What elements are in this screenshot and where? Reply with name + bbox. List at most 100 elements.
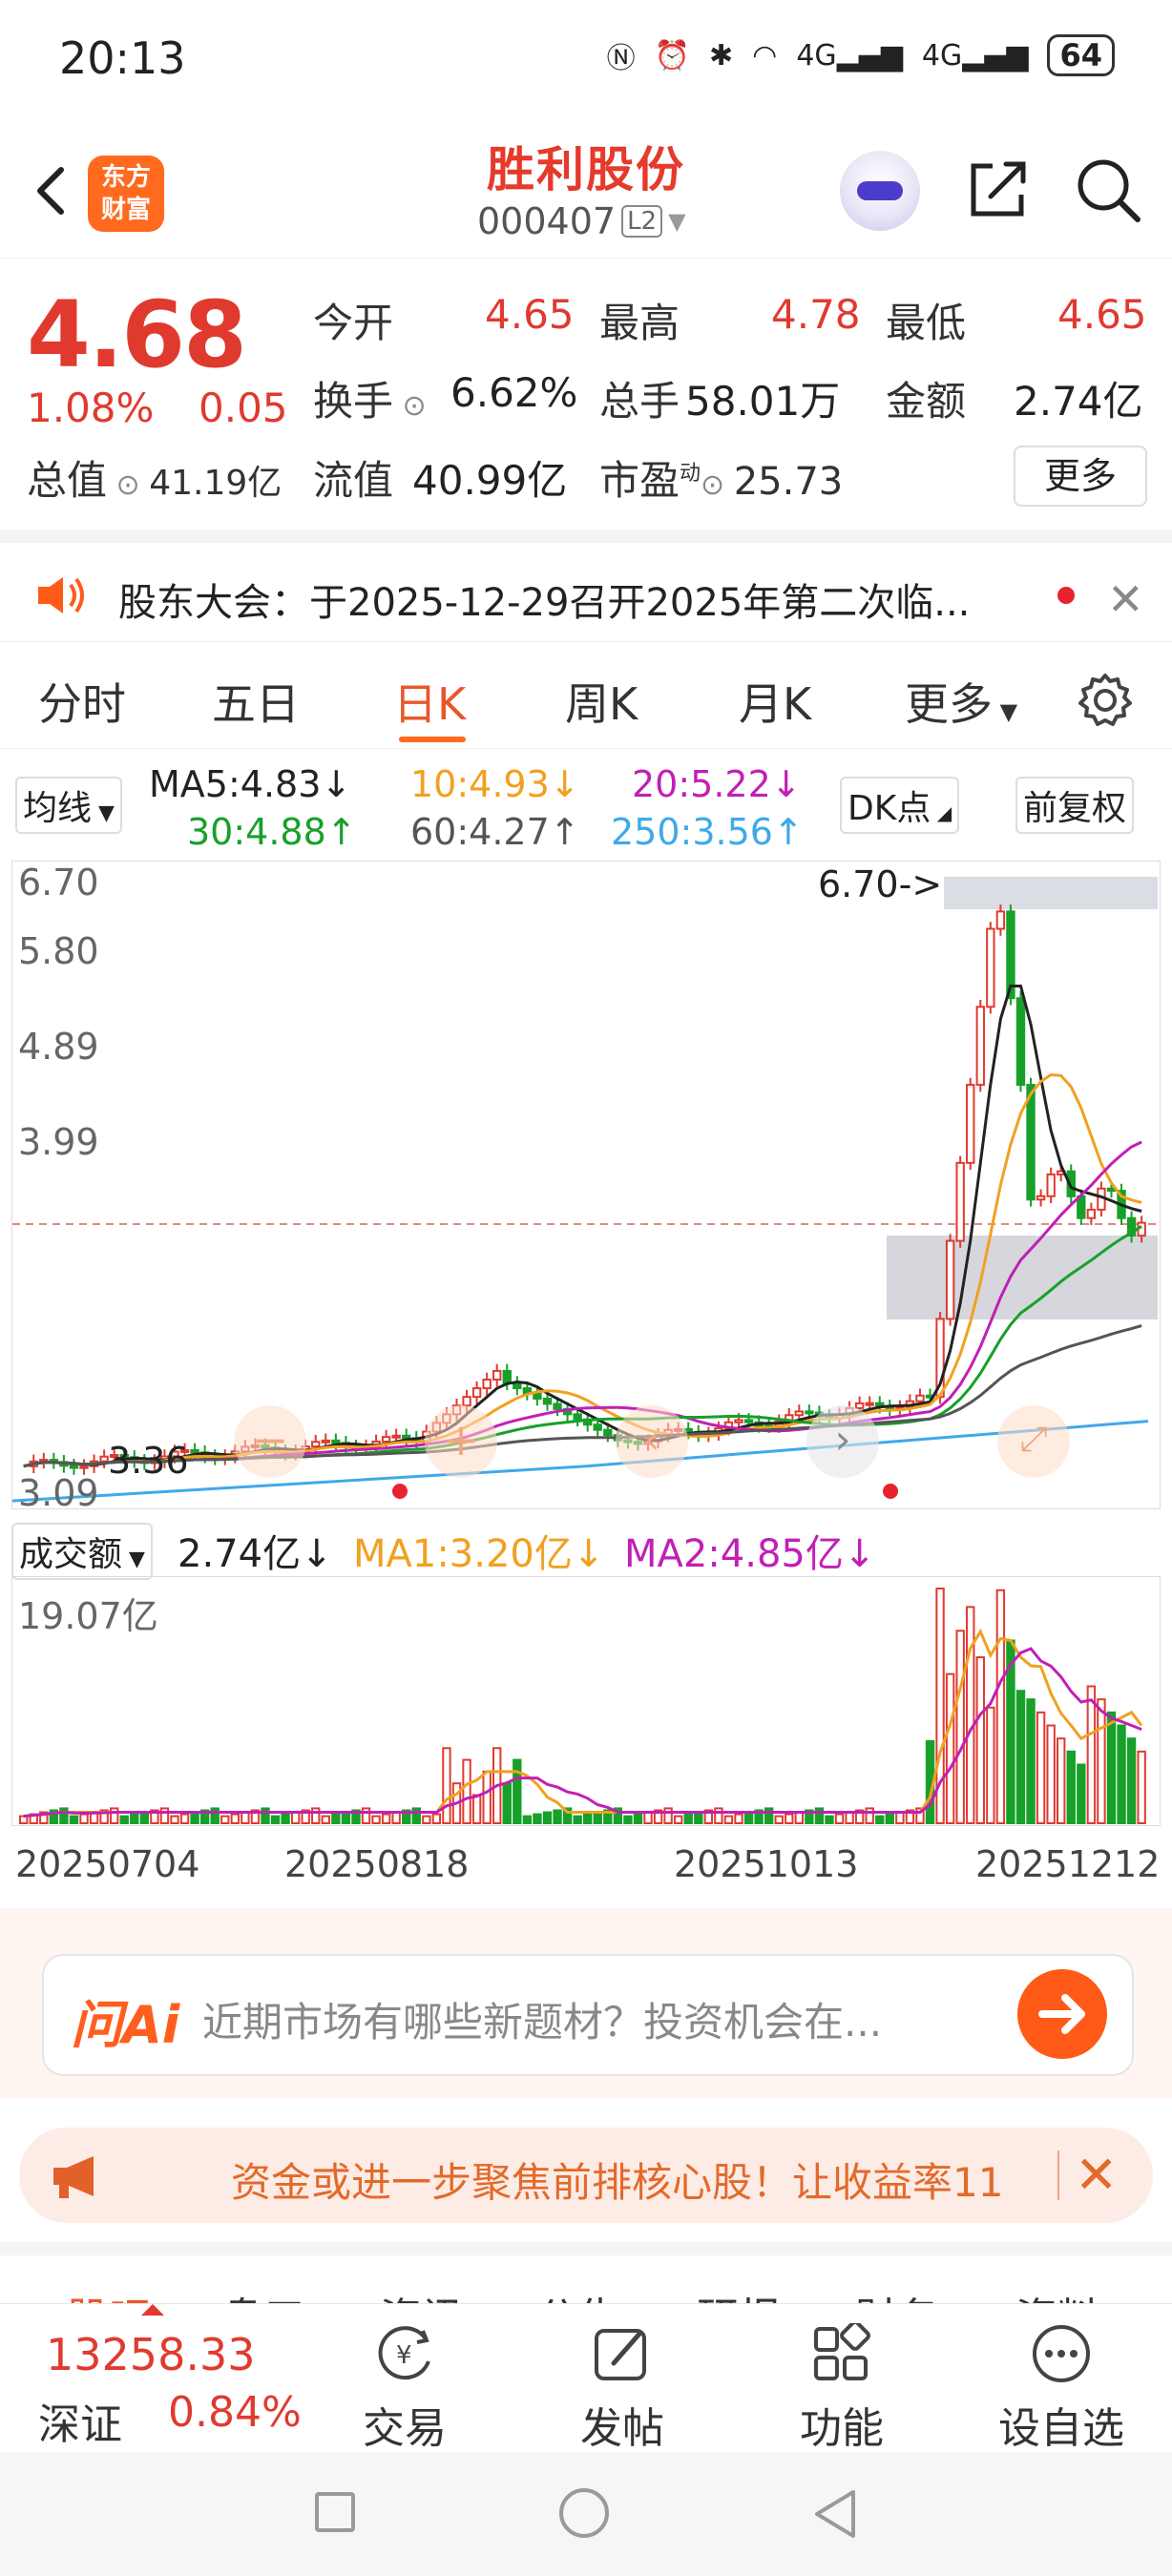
dk-point-selector[interactable]: DK点 ◢ <box>840 777 960 834</box>
volume-bar <box>945 1672 955 1824</box>
notice-text[interactable]: 股东大会：于2025-12-29召开2025年第二次临... <box>118 571 970 627</box>
gear-icon[interactable] <box>1077 672 1134 733</box>
search-icon[interactable] <box>1075 156 1143 229</box>
open-label: 今开 <box>313 300 394 346</box>
unread-dot <box>1057 587 1075 604</box>
ai-assistant-avatar[interactable] <box>840 151 920 231</box>
zoom-in-button[interactable]: + <box>425 1405 497 1478</box>
close-icon[interactable]: ✕ <box>1075 2145 1118 2205</box>
low-label: 最低 <box>886 300 967 346</box>
promo-text[interactable]: 资金或进一步聚焦前排核心股！让收益率11 <box>231 2150 1052 2209</box>
candle <box>1106 1187 1117 1193</box>
tab-intraday[interactable]: 分时 <box>38 670 126 733</box>
volume-bar <box>159 1807 170 1824</box>
tab-monthly-k[interactable]: 月K <box>739 670 811 733</box>
pan-left-button[interactable]: ‹ <box>616 1405 688 1478</box>
tab-daily-k[interactable]: 日K <box>393 670 466 733</box>
zoom-out-button[interactable]: − <box>234 1405 306 1478</box>
volume-bar <box>573 1815 582 1824</box>
ma20-value: 20:5.22↓ <box>632 763 802 805</box>
volume-bar <box>69 1815 79 1824</box>
volume-bar <box>714 1807 723 1824</box>
level2-badge: L2 <box>621 205 663 238</box>
min-price-marker: 3.36 <box>108 1440 189 1482</box>
info-icon: ⊙ <box>107 468 150 502</box>
notice-bar[interactable]: 股东大会：于2025-12-29召开2025年第二次临... ✕ <box>0 530 1172 642</box>
volume-bar <box>865 1807 874 1824</box>
volume-indicator-selector[interactable]: 成交额 ▼ <box>11 1523 153 1580</box>
volume-bar <box>170 1815 179 1824</box>
x-axis-date: 20250704 <box>15 1843 200 1885</box>
recent-apps-icon[interactable] <box>315 2492 355 2532</box>
volume-bar <box>109 1807 119 1824</box>
open-value: 4.65 <box>485 291 575 338</box>
adjustment-selector[interactable]: 前复权 <box>1015 777 1135 834</box>
volume-chart[interactable]: 19.07亿 <box>11 1576 1161 1826</box>
ma30-value: 30:4.88↑ <box>187 811 357 853</box>
volume-bar <box>533 1813 542 1825</box>
event-dot[interactable] <box>392 1484 408 1499</box>
tab-weekly-k[interactable]: 周K <box>565 670 638 733</box>
candle <box>955 1161 965 1242</box>
index-value[interactable]: 13258.33 <box>46 2329 256 2380</box>
event-dot[interactable] <box>883 1484 898 1499</box>
system-nav-bar <box>0 2452 1172 2576</box>
volume-bar <box>139 1811 150 1825</box>
megaphone-icon <box>50 2152 107 2204</box>
kline-chart[interactable]: 6.70 5.80 4.89 3.99 3.09 6.70-> 3.36 − +… <box>11 861 1161 1514</box>
volume-bar <box>845 1811 854 1825</box>
candle <box>986 927 995 1008</box>
candle <box>1026 1084 1036 1201</box>
nav-post[interactable]: 发帖 <box>555 2323 689 2455</box>
volume-bar <box>522 1815 533 1824</box>
nav-functions[interactable]: 功能 <box>775 2320 909 2455</box>
signal-icon-1: 4G▂▄▆ <box>796 38 903 73</box>
ask-ai-input[interactable]: 问Ai 近期市场有哪些新题材？投资机会在... <box>42 1954 1134 2076</box>
volume-bar <box>955 1630 965 1824</box>
indicator-selector[interactable]: 均线 ▼ <box>15 777 122 834</box>
fullscreen-button[interactable]: ⤢ <box>997 1405 1070 1478</box>
high-label: 最高 <box>599 300 680 346</box>
volume-bar <box>431 1813 442 1825</box>
volume-bar <box>1057 1737 1066 1825</box>
share-icon[interactable] <box>964 156 1031 227</box>
turnover-label: 换手 ⊙ <box>313 378 427 425</box>
nav-trade[interactable]: ¥ 交易 <box>338 2323 471 2455</box>
candle <box>311 1441 321 1448</box>
period-tabs: 分时 五日 日K 周K 月K 更多 ▼ <box>0 649 1172 749</box>
trade-icon: ¥ <box>378 2326 430 2380</box>
candle <box>593 1423 602 1431</box>
candle <box>1036 1195 1046 1201</box>
tab-more[interactable]: 更多 ▼ <box>905 670 1017 733</box>
volume-y-label: 19.07亿 <box>18 1595 158 1637</box>
change-percent: 1.08% <box>27 384 155 431</box>
stock-code-selector[interactable]: 000407 L2 ▼ <box>477 200 686 242</box>
support-zone <box>887 1236 1158 1319</box>
volume-bar <box>774 1815 784 1824</box>
send-arrow-button[interactable] <box>1017 1969 1107 2059</box>
candle <box>794 1410 805 1417</box>
volume-bar <box>281 1813 290 1825</box>
nav-add-watchlist[interactable]: 设自选 <box>994 2323 1128 2455</box>
candle <box>482 1378 492 1390</box>
home-icon[interactable] <box>559 2488 609 2538</box>
promo-banner[interactable]: 资金或进一步聚焦前排核心股！让收益率11 ✕ <box>19 2128 1153 2223</box>
volume-bar <box>875 1815 885 1824</box>
candle <box>462 1396 471 1407</box>
volume-bar <box>834 1813 845 1825</box>
divider <box>1057 2150 1059 2200</box>
candle <box>975 1006 985 1087</box>
volume-bar <box>663 1807 673 1824</box>
pan-right-button[interactable]: › <box>806 1405 879 1478</box>
volume-bar <box>311 1807 321 1824</box>
close-icon[interactable]: ✕ <box>1107 573 1144 625</box>
back-nav-icon[interactable] <box>811 2488 859 2544</box>
volume-bar <box>230 1813 241 1825</box>
volume-bar <box>130 1813 139 1825</box>
more-quote-button[interactable]: 更多 <box>1014 446 1147 507</box>
tab-five-day[interactable]: 五日 <box>212 670 300 733</box>
status-time: 20:13 <box>59 32 186 84</box>
volume-bar <box>391 1811 401 1825</box>
volume-bar <box>694 1811 703 1825</box>
volume-bar <box>764 1807 774 1824</box>
